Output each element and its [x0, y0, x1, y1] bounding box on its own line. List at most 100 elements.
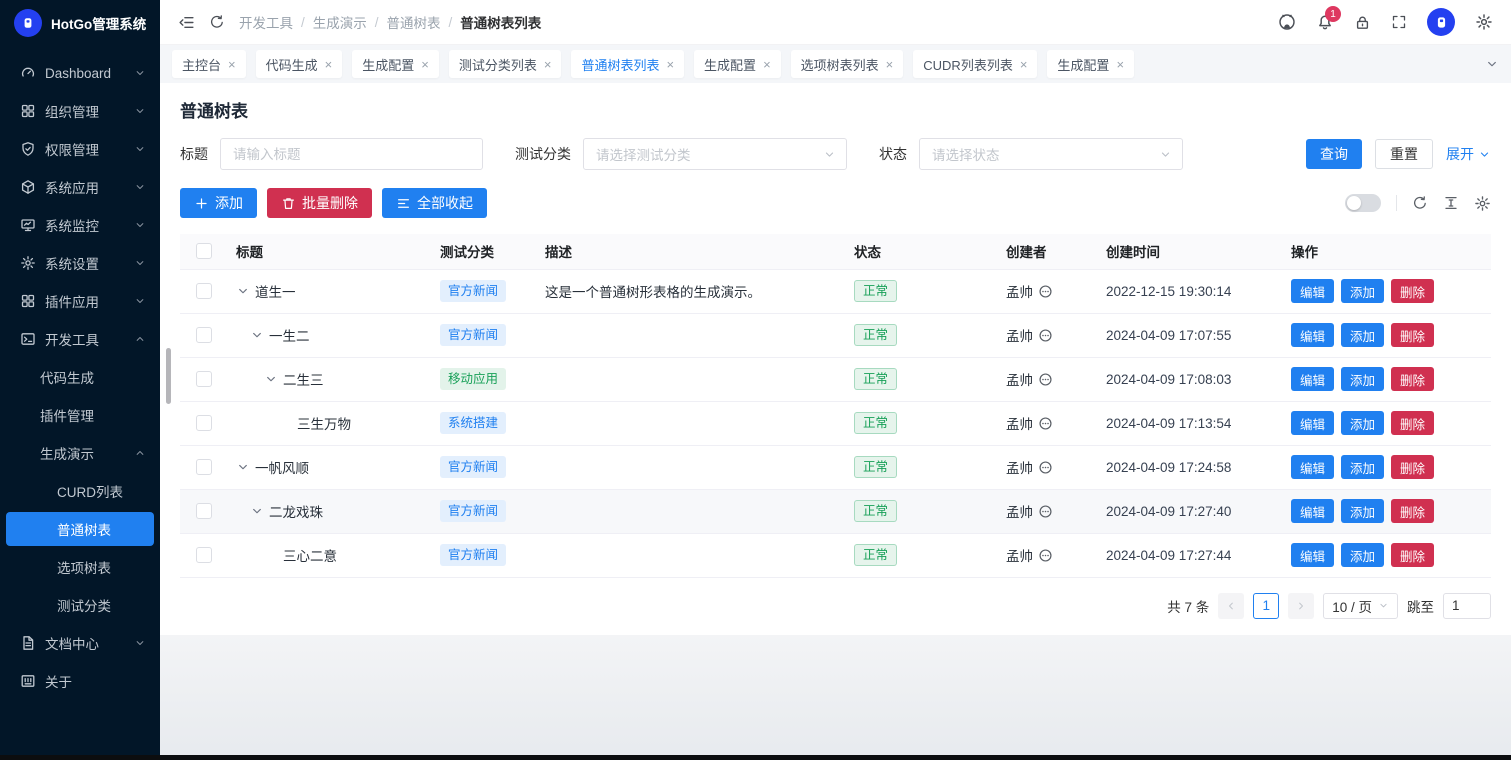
tab-close-icon[interactable]: ×	[1020, 58, 1028, 71]
lock-screen-icon[interactable]	[1354, 14, 1371, 31]
creator-detail-icon[interactable]	[1038, 504, 1053, 519]
status-filter-select[interactable]: 请选择状态	[919, 138, 1183, 170]
tab-代码生成[interactable]: 代码生成×	[256, 50, 343, 78]
tab-close-icon[interactable]: ×	[666, 58, 674, 71]
edit-button[interactable]: 编辑	[1291, 499, 1334, 523]
delete-button[interactable]: 删除	[1391, 323, 1434, 347]
delete-button[interactable]: 删除	[1391, 543, 1434, 567]
tab-close-icon[interactable]: ×	[421, 58, 429, 71]
sidebar-item-系统设置[interactable]: 系统设置	[0, 244, 160, 282]
refresh-page-icon[interactable]	[209, 14, 225, 30]
next-page-button[interactable]	[1288, 593, 1314, 619]
batch-delete-button[interactable]: 批量删除	[267, 188, 372, 218]
reload-table-icon[interactable]	[1412, 195, 1428, 211]
sidebar-item-系统应用[interactable]: 系统应用	[0, 168, 160, 206]
row-expand-toggle[interactable]	[236, 284, 250, 298]
tab-close-icon[interactable]: ×	[325, 58, 333, 71]
row-checkbox[interactable]	[196, 283, 212, 299]
row-checkbox[interactable]	[196, 327, 212, 343]
sidebar-item-普通树表[interactable]: 普通树表	[6, 512, 154, 546]
sidebar-item-系统监控[interactable]: 系统监控	[0, 206, 160, 244]
creator-detail-icon[interactable]	[1038, 372, 1053, 387]
collapse-all-button[interactable]: 全部收起	[382, 188, 487, 218]
breadcrumb-item[interactable]: 生成演示	[313, 12, 367, 32]
row-add-button[interactable]: 添加	[1341, 279, 1384, 303]
edit-button[interactable]: 编辑	[1291, 323, 1334, 347]
scrollbar-thumb[interactable]	[166, 348, 171, 404]
edit-button[interactable]: 编辑	[1291, 411, 1334, 435]
tab-close-icon[interactable]: ×	[763, 58, 771, 71]
delete-button[interactable]: 删除	[1391, 279, 1434, 303]
row-add-button[interactable]: 添加	[1341, 455, 1384, 479]
menu-collapse-icon[interactable]	[178, 14, 195, 31]
sidebar-item-生成演示[interactable]: 生成演示	[0, 434, 160, 472]
github-icon[interactable]	[1278, 13, 1296, 31]
title-filter-input[interactable]	[220, 138, 483, 170]
delete-button[interactable]: 删除	[1391, 499, 1434, 523]
app-logo[interactable]: HotGo管理系统	[0, 0, 160, 46]
notification-bell-icon[interactable]: 1	[1316, 13, 1334, 31]
row-expand-toggle[interactable]	[264, 372, 278, 386]
fullscreen-icon[interactable]	[1391, 14, 1407, 30]
settings-icon[interactable]	[1475, 13, 1493, 31]
row-checkbox[interactable]	[196, 503, 212, 519]
sidebar-item-开发工具[interactable]: 开发工具	[0, 320, 160, 358]
creator-detail-icon[interactable]	[1038, 328, 1053, 343]
expand-filters-link[interactable]: 展开	[1446, 144, 1491, 164]
tab-生成配置[interactable]: 生成配置×	[694, 50, 781, 78]
creator-detail-icon[interactable]	[1038, 460, 1053, 475]
sidebar-item-关于[interactable]: 关于	[0, 662, 160, 700]
add-button[interactable]: 添加	[180, 188, 257, 218]
sidebar-item-代码生成[interactable]: 代码生成	[0, 358, 160, 396]
sidebar-item-CURD列表[interactable]: CURD列表	[0, 472, 160, 510]
creator-detail-icon[interactable]	[1038, 548, 1053, 563]
delete-button[interactable]: 删除	[1391, 367, 1434, 391]
reset-button[interactable]: 重置	[1375, 139, 1433, 169]
row-checkbox[interactable]	[196, 415, 212, 431]
page-number-1[interactable]: 1	[1253, 593, 1279, 619]
user-avatar[interactable]	[1427, 8, 1455, 36]
tab-CUDR列表列表[interactable]: CUDR列表列表×	[913, 50, 1037, 78]
row-add-button[interactable]: 添加	[1341, 323, 1384, 347]
select-all-checkbox[interactable]	[196, 243, 212, 259]
sidebar-item-测试分类[interactable]: 测试分类	[0, 586, 160, 624]
tab-测试分类列表[interactable]: 测试分类列表×	[449, 50, 562, 78]
delete-button[interactable]: 删除	[1391, 455, 1434, 479]
creator-detail-icon[interactable]	[1038, 416, 1053, 431]
row-add-button[interactable]: 添加	[1341, 499, 1384, 523]
sidebar-item-组织管理[interactable]: 组织管理	[0, 92, 160, 130]
edit-button[interactable]: 编辑	[1291, 279, 1334, 303]
edit-button[interactable]: 编辑	[1291, 455, 1334, 479]
tab-close-icon[interactable]: ×	[544, 58, 552, 71]
sidebar-item-Dashboard[interactable]: Dashboard	[0, 54, 160, 92]
sidebar-item-插件应用[interactable]: 插件应用	[0, 282, 160, 320]
breadcrumb-item[interactable]: 普通树表	[387, 12, 441, 32]
row-checkbox[interactable]	[196, 547, 212, 563]
row-add-button[interactable]: 添加	[1341, 367, 1384, 391]
creator-detail-icon[interactable]	[1038, 284, 1053, 299]
row-add-button[interactable]: 添加	[1341, 411, 1384, 435]
row-expand-toggle[interactable]	[236, 460, 250, 474]
sidebar-item-插件管理[interactable]: 插件管理	[0, 396, 160, 434]
tabs-dropdown-icon[interactable]	[1485, 57, 1499, 71]
search-button[interactable]: 查询	[1306, 139, 1362, 169]
column-settings-icon[interactable]	[1474, 195, 1491, 212]
prev-page-button[interactable]	[1218, 593, 1244, 619]
category-filter-select[interactable]: 请选择测试分类	[583, 138, 847, 170]
tab-生成配置[interactable]: 生成配置×	[352, 50, 439, 78]
tab-close-icon[interactable]: ×	[1116, 58, 1124, 71]
row-add-button[interactable]: 添加	[1341, 543, 1384, 567]
sidebar-item-文档中心[interactable]: 文档中心	[0, 624, 160, 662]
edit-button[interactable]: 编辑	[1291, 543, 1334, 567]
jump-page-input[interactable]	[1443, 593, 1491, 619]
density-icon[interactable]	[1443, 195, 1459, 211]
striped-toggle[interactable]	[1345, 194, 1381, 212]
edit-button[interactable]: 编辑	[1291, 367, 1334, 391]
row-expand-toggle[interactable]	[250, 504, 264, 518]
tab-close-icon[interactable]: ×	[228, 58, 236, 71]
row-checkbox[interactable]	[196, 459, 212, 475]
delete-button[interactable]: 删除	[1391, 411, 1434, 435]
tab-close-icon[interactable]: ×	[886, 58, 894, 71]
row-expand-toggle[interactable]	[250, 328, 264, 342]
page-size-select[interactable]: 10 / 页	[1323, 593, 1398, 619]
